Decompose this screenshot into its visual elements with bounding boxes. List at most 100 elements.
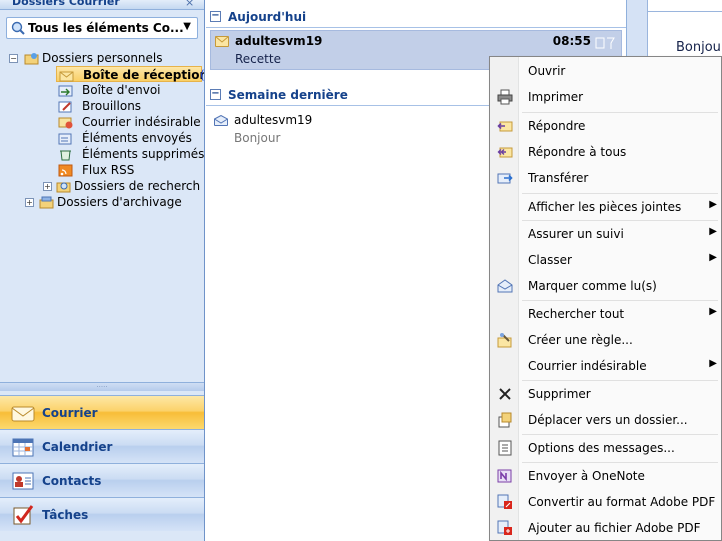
- onenote-icon: [497, 469, 512, 483]
- sent-items-icon: [58, 133, 72, 145]
- menu-item-label: Supprimer: [528, 387, 591, 401]
- reply-all-icon: [497, 147, 513, 158]
- nav-pane-splitter[interactable]: ·····: [0, 382, 204, 391]
- menu-item-label: Rechercher tout: [528, 307, 625, 321]
- tree-item-search-folders[interactable]: + Dossiers de recherch: [40, 178, 202, 194]
- tree-item-label: Éléments supprimés: [82, 147, 205, 161]
- menu-item-delete[interactable]: Supprimer: [490, 381, 721, 407]
- menu-item-open[interactable]: Ouvrir: [490, 58, 721, 84]
- menu-item-label: Marquer comme lu(s): [528, 279, 657, 293]
- menu-item-message-options[interactable]: Options des messages...: [490, 435, 721, 461]
- submenu-arrow-icon: ▶: [709, 252, 717, 263]
- junk-mail-icon: [58, 117, 73, 129]
- menu-item-categorize[interactable]: Classer ▶: [490, 247, 721, 273]
- menu-item-show-attachments[interactable]: Afficher les pièces jointes ▶: [490, 194, 721, 220]
- menu-item-move-to-folder[interactable]: Déplacer vers un dossier...: [490, 407, 721, 433]
- submenu-arrow-icon: ▶: [709, 358, 717, 369]
- tree-item-rss[interactable]: Flux RSS: [56, 162, 202, 178]
- menu-item-label: Transférer: [528, 171, 589, 185]
- move-folder-icon: [498, 412, 512, 428]
- collapse-icon[interactable]: −: [9, 54, 18, 63]
- tree-item-label: Brouillons: [82, 99, 142, 113]
- tree-item-label: Dossiers personnels: [42, 51, 163, 65]
- calendar-icon: [12, 438, 34, 457]
- collapse-icon[interactable]: −: [210, 11, 221, 22]
- tree-item-personal-folders[interactable]: − Dossiers personnels: [6, 50, 202, 66]
- nav-button-tasks[interactable]: Tâches: [0, 497, 204, 531]
- tree-item-drafts[interactable]: Brouillons: [56, 98, 202, 114]
- menu-item-label: Répondre à tous: [528, 145, 627, 159]
- menu-item-append-to-pdf[interactable]: Ajouter au fichier Adobe PDF: [490, 515, 721, 541]
- pdf-convert-icon: [497, 494, 512, 509]
- contacts-icon: [12, 472, 34, 490]
- navigation-pane: Dossiers Courrier × Tous les éléments Co…: [0, 0, 205, 541]
- nav-button-contacts[interactable]: Contacts: [0, 463, 204, 497]
- tree-item-label: Boîte d'envoi: [82, 83, 161, 97]
- menu-item-junk-mail[interactable]: Courrier indésirable ▶: [490, 353, 721, 379]
- nav-button-label: Courrier: [42, 406, 98, 420]
- mail-sender: adultesvm19: [235, 34, 323, 48]
- chevron-down-icon: ▼: [183, 21, 191, 32]
- submenu-arrow-icon: ▶: [709, 199, 717, 210]
- tree-item-outbox[interactable]: Boîte d'envoi: [56, 82, 202, 98]
- mail-icon: [11, 406, 35, 422]
- expand-icon[interactable]: +: [43, 182, 52, 191]
- menu-item-label: Imprimer: [528, 90, 584, 104]
- nav-button-label: Calendrier: [42, 440, 113, 454]
- menu-item-create-rule[interactable]: Créer une règle...: [490, 327, 721, 353]
- options-icon: [498, 440, 512, 456]
- tree-item-archive[interactable]: + Dossiers d'archivage: [22, 194, 202, 210]
- menu-item-send-to-onenote[interactable]: Envoyer à OneNote: [490, 463, 721, 489]
- menu-item-print[interactable]: Imprimer: [490, 84, 721, 110]
- tree-item-deleted[interactable]: Éléments supprimés: [56, 146, 205, 162]
- group-header-today[interactable]: − Aujourd'hui: [206, 6, 626, 28]
- menu-item-mark-read[interactable]: Marquer comme lu(s): [490, 273, 721, 299]
- menu-item-label: Ouvrir: [528, 64, 566, 78]
- collapse-icon[interactable]: −: [210, 89, 221, 100]
- menu-item-label: Assurer un suivi: [528, 227, 624, 241]
- menu-item-label: Déplacer vers un dossier...: [528, 413, 688, 427]
- personal-folders-icon: [24, 53, 39, 65]
- menu-item-convert-to-pdf[interactable]: Convertir au format Adobe PDF: [490, 489, 721, 515]
- menu-item-find-all[interactable]: Rechercher tout ▶: [490, 301, 721, 327]
- mail-sender: adultesvm19: [234, 113, 313, 127]
- nav-button-label: Contacts: [42, 474, 102, 488]
- group-label: Aujourd'hui: [228, 10, 307, 24]
- unread-count: (: [200, 68, 205, 82]
- tree-item-sent[interactable]: Éléments envoyés: [56, 130, 202, 146]
- tree-item-junk[interactable]: Courrier indésirable: [56, 114, 202, 130]
- tree-item-inbox[interactable]: Boîte de réception (: [56, 66, 205, 82]
- tree-item-label: Flux RSS: [82, 163, 135, 177]
- mail-subject: Recette: [235, 52, 281, 66]
- mail-subject: Bonjour: [234, 131, 281, 145]
- menu-item-label: Convertir au format Adobe PDF: [528, 495, 716, 509]
- menu-item-label: Classer: [528, 253, 572, 267]
- tree-item-label: Courrier indésirable: [82, 115, 201, 129]
- flag-icon[interactable]: [595, 36, 615, 50]
- menu-item-follow-up[interactable]: Assurer un suivi ▶: [490, 221, 721, 247]
- trash-icon: [60, 150, 71, 161]
- printer-icon: [497, 89, 513, 105]
- tree-item-label: Dossiers d'archivage: [57, 195, 182, 209]
- group-label: Semaine dernière: [228, 88, 348, 102]
- submenu-arrow-icon: ▶: [709, 226, 717, 237]
- menu-item-reply[interactable]: Répondre: [490, 113, 721, 139]
- pdf-append-icon: [497, 520, 512, 535]
- menu-item-label: Options des messages...: [528, 441, 675, 455]
- archive-folder-icon: [39, 196, 54, 209]
- menu-item-forward[interactable]: Transférer: [490, 165, 721, 191]
- menu-item-reply-all[interactable]: Répondre à tous: [490, 139, 721, 165]
- envelope-open-icon: [214, 115, 228, 126]
- submenu-arrow-icon: ▶: [709, 306, 717, 317]
- menu-item-label: Créer une règle...: [528, 333, 633, 347]
- search-folder-icon: [56, 182, 71, 193]
- search-folder-icon: [11, 21, 25, 35]
- nav-button-mail[interactable]: Courrier: [0, 395, 204, 429]
- nav-button-calendar[interactable]: Calendrier: [0, 429, 204, 463]
- all-mail-items-dropdown[interactable]: Tous les éléments Co... ▼: [6, 17, 198, 39]
- forward-icon: [497, 173, 513, 184]
- all-items-label: Tous les éléments Co...: [28, 21, 184, 35]
- expand-icon[interactable]: +: [25, 198, 34, 207]
- envelope-icon: [215, 36, 229, 47]
- close-icon[interactable]: ×: [185, 0, 199, 10]
